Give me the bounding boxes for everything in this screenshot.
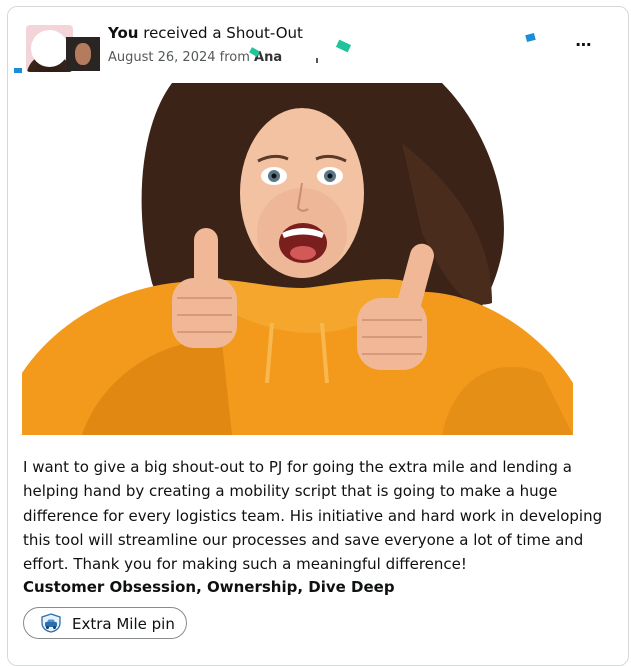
avatar-group (26, 23, 101, 73)
shout-out-gif (22, 83, 573, 435)
post-header: You received a Shout-Out August 26, 2024… (26, 23, 618, 83)
message-body: I want to give a big shout-out to PJ for… (23, 455, 623, 576)
confetti-piece (316, 58, 318, 63)
more-options-button[interactable]: ⋯ (572, 37, 596, 53)
extra-mile-pin-button[interactable]: Extra Mile pin (23, 607, 187, 639)
sender-avatar[interactable] (66, 37, 100, 71)
title-rest: received a Shout-Out (138, 24, 303, 42)
title-you: You (108, 24, 139, 42)
post-title: You received a Shout-Out (108, 24, 303, 42)
confetti-piece (14, 68, 22, 73)
pin-label: Extra Mile pin (72, 615, 175, 633)
message-text: I want to give a big shout-out to PJ for… (23, 458, 603, 574)
leadership-principles: Customer Obsession, Ownership, Dive Deep (23, 578, 395, 596)
post-date: August 26, 2024 from (108, 50, 255, 65)
car-badge-icon (40, 613, 62, 633)
